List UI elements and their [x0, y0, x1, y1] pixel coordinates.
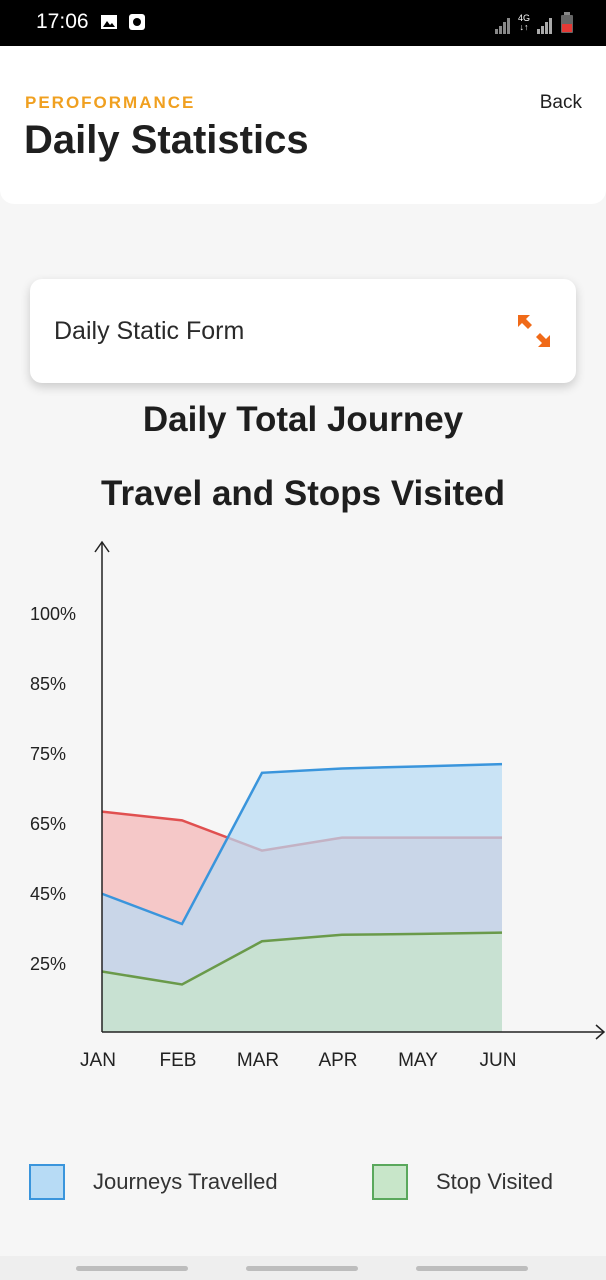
page-title: Daily Statistics: [24, 118, 309, 162]
status-bar: 17:06 4G ↓↑: [0, 0, 606, 46]
battery-icon: [561, 12, 573, 33]
x-tick-label: APR: [318, 1050, 357, 1071]
x-tick-label: JAN: [80, 1050, 116, 1071]
signal-icon: [494, 18, 510, 34]
x-tick-label: MAY: [398, 1050, 438, 1071]
page-header: PEROFORMANCE Daily Statistics Back: [0, 46, 606, 204]
legend-label: Stop Visited: [436, 1169, 554, 1194]
x-tick-label: MAR: [237, 1050, 279, 1071]
journey-stops-area-chart: 25% 45% 65% 75% 85% 100% JAN FEB MAR APR MAY JUN: [30, 540, 606, 1071]
form-card-label: Daily Static Form: [54, 317, 245, 345]
y-tick-label: 45%: [30, 884, 66, 904]
legend-label: Journeys Travelled: [93, 1169, 278, 1194]
daily-static-form-card[interactable]: Daily Static Form: [30, 279, 576, 383]
nav-recents-button[interactable]: [76, 1266, 188, 1271]
y-tick-label: 85%: [30, 674, 66, 694]
section-overline: PEROFORMANCE: [25, 93, 196, 112]
legend-journeys-travelled: Journeys Travelled: [29, 1164, 278, 1200]
y-tick-label: 65%: [30, 814, 66, 834]
network-type: 4G ↓↑: [517, 13, 530, 32]
back-button[interactable]: Back: [540, 92, 582, 114]
chart-title-line1: Daily Total Journey: [142, 400, 464, 439]
y-tick-label: 100%: [30, 604, 76, 624]
image-icon: [101, 15, 117, 29]
y-tick-label: 75%: [30, 744, 66, 764]
record-icon: [129, 14, 145, 30]
signal-icon: [537, 18, 552, 34]
legend-swatch: [29, 1164, 65, 1200]
nav-back-button[interactable]: [416, 1266, 528, 1271]
legend-swatch: [372, 1164, 408, 1200]
status-right-group: 4G ↓↑: [494, 12, 574, 34]
chart-title-line2: Travel and Stops Visited: [101, 474, 505, 513]
y-tick-label: 25%: [30, 954, 66, 974]
system-nav-bar: [0, 1256, 606, 1280]
status-time: 17:06: [36, 10, 89, 33]
nav-home-button[interactable]: [246, 1266, 358, 1271]
legend-stop-visited: Stop Visited: [372, 1164, 553, 1200]
expand-arrows-icon[interactable]: [514, 311, 554, 351]
x-tick-label: FEB: [160, 1050, 197, 1071]
x-tick-label: JUN: [480, 1050, 517, 1071]
